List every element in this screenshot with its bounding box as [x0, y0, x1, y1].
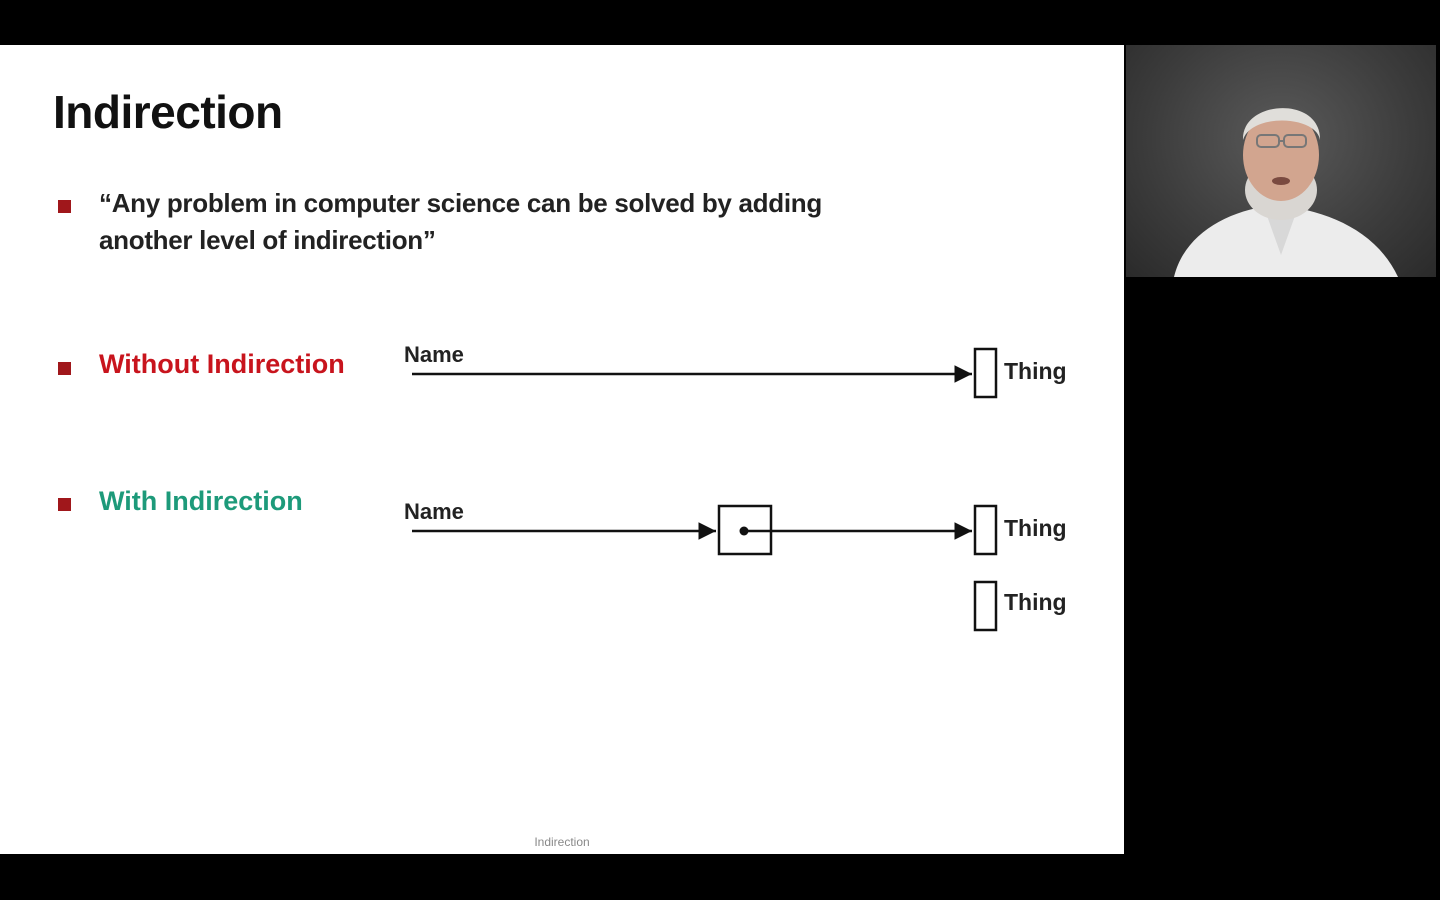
presenter-video — [1174, 108, 1398, 277]
indirection-diagram: Name Thing Name Thing Thing — [404, 342, 1067, 632]
presenter-webcam — [1126, 45, 1436, 277]
name-label: Name — [404, 342, 464, 367]
thing-box — [973, 580, 998, 632]
thing-label: Thing — [1004, 589, 1067, 615]
name-label: Name — [404, 499, 464, 524]
thing-label: Thing — [1004, 358, 1067, 384]
thing-box — [973, 504, 998, 556]
slide-footer: Indirection — [534, 835, 590, 849]
thing-box — [973, 347, 998, 399]
thing-label: Thing — [1004, 515, 1067, 541]
presentation-slide: Indirection “Any problem in computer sci… — [0, 45, 1124, 854]
video-frame: Indirection “Any problem in computer sci… — [0, 0, 1440, 900]
